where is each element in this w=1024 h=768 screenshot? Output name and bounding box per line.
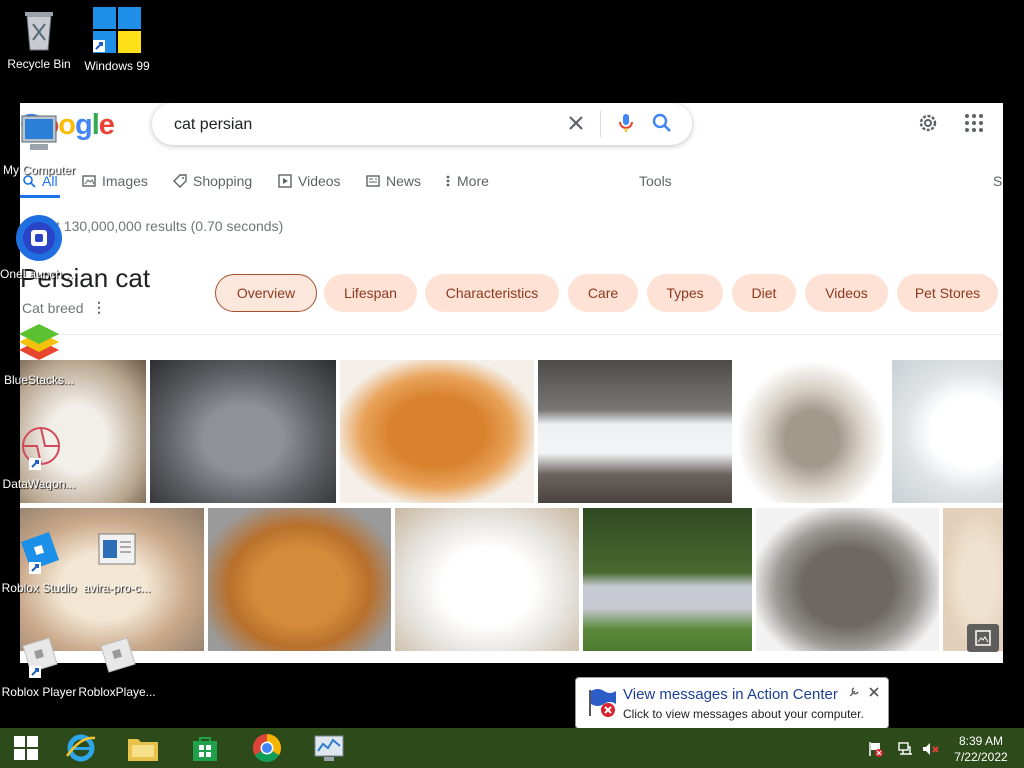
chrome-button[interactable] [241, 730, 293, 766]
internet-explorer-icon [65, 734, 96, 762]
chip-diet[interactable]: Diet [732, 274, 796, 312]
cat-image[interactable] [538, 360, 732, 503]
safesearch-link[interactable]: S [993, 173, 1002, 189]
search-divider [600, 111, 601, 137]
kebab-icon[interactable]: ⋮ [92, 299, 106, 316]
cat-image[interactable] [340, 360, 534, 503]
chip-videos[interactable]: Videos [805, 274, 888, 312]
desktop-icon-avira[interactable]: avira-pro-c... [78, 528, 156, 595]
store-button[interactable] [179, 730, 231, 766]
image-overlay-button[interactable] [967, 624, 999, 652]
tab-tools[interactable]: Tools [639, 173, 672, 189]
cat-image[interactable] [736, 360, 888, 503]
file-explorer-button[interactable] [117, 730, 169, 766]
tab-more[interactable]: More [445, 173, 489, 189]
roblox-studio-icon [21, 532, 59, 574]
search-input[interactable] [172, 112, 556, 138]
desktop-icon-roblox-player-2[interactable]: RobloxPlaye... [78, 632, 156, 699]
desktop-icon-bluestacks[interactable]: BlueStacks... [0, 320, 78, 387]
document-icon [98, 533, 136, 565]
cat-image[interactable] [208, 508, 391, 651]
store-icon [193, 737, 217, 761]
close-icon[interactable] [868, 686, 880, 698]
datawagon-icon [22, 427, 60, 470]
recycle-bin-icon [25, 12, 53, 51]
internet-explorer-button[interactable] [55, 730, 107, 766]
system-clock[interactable]: 8:39 AM 7/22/2022 [946, 733, 1016, 765]
search-tabs: All Images Shopping Videos News More Too… [20, 173, 1003, 197]
cat-image[interactable] [583, 508, 752, 651]
wrench-icon[interactable] [848, 686, 860, 698]
folder-icon [128, 739, 158, 761]
taskbar: 8:39 AM 7/22/2022 [0, 728, 1024, 768]
chip-care[interactable]: Care [568, 274, 638, 312]
image-icon [82, 175, 96, 187]
chrome-icon [253, 734, 281, 762]
close-icon[interactable] [564, 111, 588, 135]
chip-characteristics[interactable]: Characteristics [425, 274, 559, 312]
knowledge-panel-subtitle: Cat breed [22, 300, 84, 316]
start-button[interactable] [0, 730, 52, 766]
roblox-player-icon [22, 637, 58, 678]
tag-icon [173, 174, 187, 188]
notification-body: Click to view messages about your comput… [623, 707, 864, 721]
search-box [152, 103, 692, 145]
bluestacks-icon [19, 324, 59, 360]
desktop-icon-roblox-player[interactable]: Roblox Player [0, 632, 78, 699]
results-stats: t 130,000,000 results (0.70 seconds) [56, 218, 284, 234]
tab-shopping[interactable]: Shopping [173, 173, 252, 189]
performance-monitor-button[interactable] [303, 730, 355, 766]
divider [20, 334, 1003, 335]
volume-muted-icon[interactable] [922, 741, 940, 757]
desktop-icon-onelaunch[interactable]: OneLaunch PDF 5.9... [0, 214, 78, 281]
cat-image[interactable] [150, 360, 336, 503]
chip-types[interactable]: Types [647, 274, 723, 312]
kebab-icon [446, 175, 450, 187]
desktop-icon-recycle-bin[interactable]: Recycle Bin [0, 6, 78, 71]
news-icon [366, 175, 380, 187]
desktop-icon-windows-99[interactable]: Windows 99 [78, 6, 156, 73]
monitor-chart-icon [314, 735, 344, 761]
action-center-notification[interactable]: View messages in Action Center Click to … [575, 677, 889, 729]
tab-videos[interactable]: Videos [278, 173, 341, 189]
desktop-icon-roblox-studio[interactable]: Roblox Studio [0, 528, 78, 595]
desktop-icon-my-computer[interactable]: My Computer [0, 112, 78, 177]
image-icon [975, 630, 991, 646]
search-icon[interactable] [650, 111, 674, 135]
desktop-icon-datawagon[interactable]: DataWagon... [0, 424, 78, 491]
gear-icon[interactable] [916, 111, 940, 135]
cat-image[interactable] [892, 360, 1003, 503]
action-center-flag-icon[interactable] [868, 740, 884, 758]
browser-window: Google All [20, 103, 1003, 663]
roblox-player-icon [100, 637, 136, 673]
chip-pet-stores[interactable]: Pet Stores [897, 274, 998, 312]
tab-news[interactable]: News [366, 173, 421, 189]
active-tab-indicator [20, 195, 60, 198]
windows-start-icon [14, 736, 38, 760]
network-icon[interactable] [898, 741, 914, 757]
apps-grid-icon[interactable] [963, 112, 985, 134]
notification-title: View messages in Action Center [623, 686, 838, 703]
windows-logo-icon [93, 7, 141, 53]
cat-image[interactable] [395, 508, 579, 651]
microphone-icon[interactable] [614, 111, 638, 135]
computer-icon [21, 115, 57, 150]
onelaunch-icon [16, 215, 62, 261]
chip-lifespan[interactable]: Lifespan [324, 274, 417, 312]
chip-overview[interactable]: Overview [215, 274, 317, 312]
play-icon [278, 174, 292, 188]
cat-image[interactable] [756, 508, 939, 651]
tab-images[interactable]: Images [82, 173, 148, 189]
action-center-flag-icon [589, 689, 616, 717]
